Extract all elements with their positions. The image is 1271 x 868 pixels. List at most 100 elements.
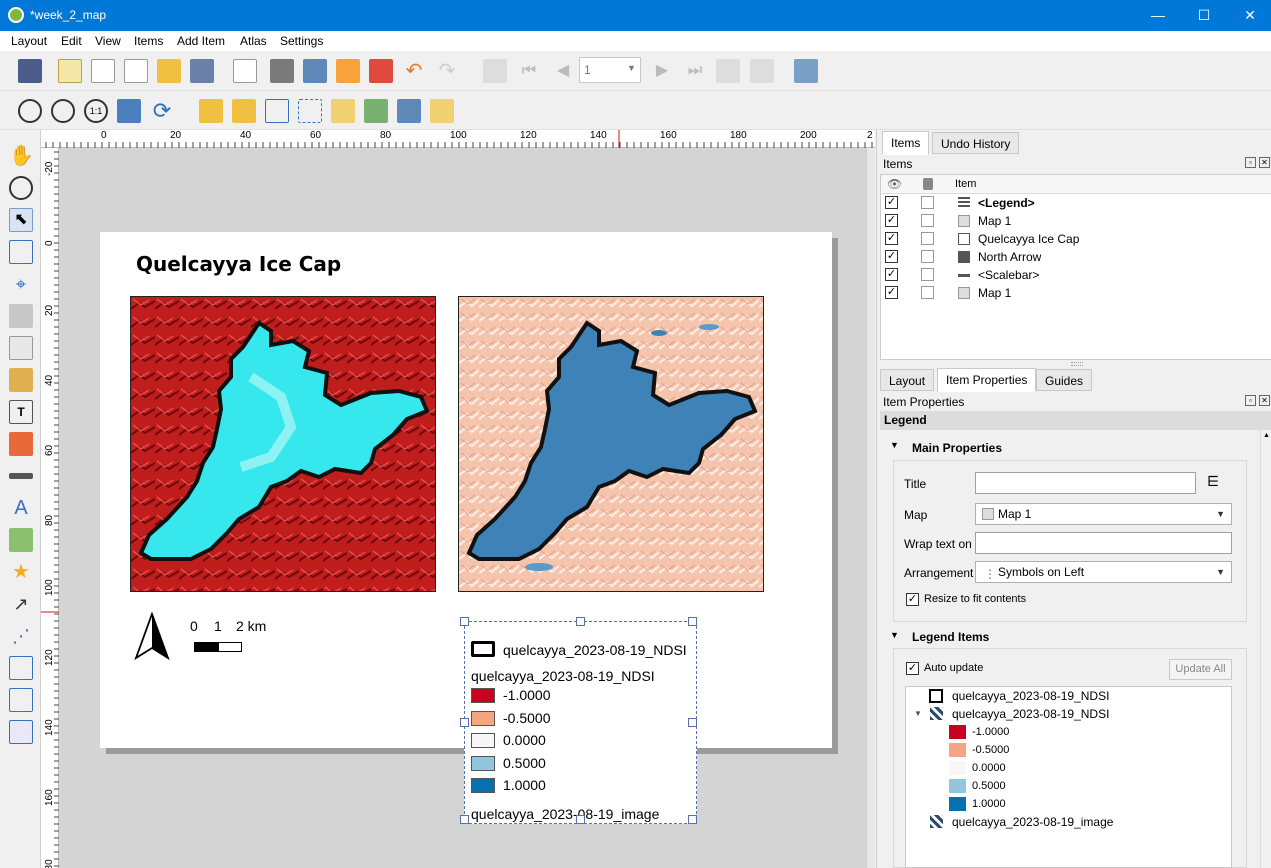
selection-handle[interactable] bbox=[576, 815, 585, 824]
tree-entry-label[interactable]: -0.5000 bbox=[972, 744, 1009, 756]
tree-entry-label[interactable]: 1.0000 bbox=[972, 798, 1006, 810]
print-icon[interactable] bbox=[270, 59, 294, 83]
pan-icon[interactable]: ✋ bbox=[9, 144, 34, 168]
float-panel-icon[interactable]: ▫ bbox=[1245, 157, 1256, 168]
map-item-false-color[interactable] bbox=[130, 296, 436, 592]
update-all-button[interactable]: Update All bbox=[1169, 659, 1232, 680]
print-atlas-icon[interactable] bbox=[716, 59, 740, 83]
items-row[interactable]: ✓ North Arrow bbox=[881, 248, 1271, 266]
selection-handle[interactable] bbox=[688, 718, 697, 727]
zoom-in-icon[interactable] bbox=[18, 99, 42, 123]
lock-checkbox[interactable] bbox=[921, 268, 934, 281]
previous-feature-icon[interactable]: ◀ bbox=[551, 59, 575, 83]
atlas-settings-icon[interactable] bbox=[794, 59, 818, 83]
expression-button-icon[interactable]: ⋿ bbox=[1207, 473, 1229, 493]
move-content-icon[interactable] bbox=[9, 240, 33, 264]
scalebar[interactable]: 0 1 2 km bbox=[190, 618, 270, 658]
maximize-button[interactable]: ☐ bbox=[1181, 0, 1227, 31]
add-pages-icon[interactable] bbox=[233, 59, 257, 83]
add-picture-icon[interactable] bbox=[9, 368, 33, 392]
layout-canvas[interactable]: Quelcayya Ice Cap 0 1 2 km quelcayya_202… bbox=[59, 148, 875, 868]
zoom-actual-icon[interactable]: 1:1 bbox=[84, 99, 108, 123]
legend-item[interactable]: quelcayya_2023-08-19_NDSI quelcayya_2023… bbox=[460, 617, 697, 824]
tab-items[interactable]: Items bbox=[882, 131, 930, 155]
resize-items-icon[interactable] bbox=[430, 99, 454, 123]
next-feature-icon[interactable]: ▶ bbox=[650, 59, 674, 83]
items-row[interactable]: ✓ <Scalebar> bbox=[881, 266, 1271, 284]
close-panel-icon[interactable]: ✕ bbox=[1259, 157, 1270, 168]
menu-items[interactable]: Items bbox=[134, 34, 163, 48]
save-template-icon[interactable] bbox=[190, 59, 214, 83]
lock-checkbox[interactable] bbox=[921, 196, 934, 209]
tab-item-properties[interactable]: Item Properties bbox=[937, 368, 1037, 392]
collapse-arrow-icon[interactable]: ▼ bbox=[890, 630, 899, 640]
visibility-checkbox[interactable]: ✓ bbox=[885, 250, 898, 263]
scroll-up-icon[interactable]: ▲ bbox=[1263, 432, 1270, 439]
minimize-button[interactable]: — bbox=[1135, 0, 1181, 31]
add-legend-icon[interactable] bbox=[9, 432, 33, 456]
items-tree[interactable]: 👁 Item ✓ <Legend> ✓ Map 1 ✓ Quelcayya Ice Cap… bbox=[880, 174, 1271, 360]
main-properties-section[interactable]: Main Properties bbox=[912, 441, 1002, 455]
open-template-icon[interactable] bbox=[157, 59, 181, 83]
export-image-icon[interactable] bbox=[303, 59, 327, 83]
map-title[interactable]: Quelcayya Ice Cap bbox=[136, 252, 341, 276]
group-items-icon[interactable] bbox=[265, 99, 289, 123]
menu-add-item[interactable]: Add Item bbox=[177, 34, 225, 48]
menu-atlas[interactable]: Atlas bbox=[240, 34, 267, 48]
export-atlas-icon[interactable] bbox=[750, 59, 774, 83]
add-marker-icon[interactable]: ★ bbox=[9, 560, 33, 584]
add-html-icon[interactable] bbox=[9, 656, 33, 680]
north-arrow-icon[interactable] bbox=[134, 611, 170, 661]
collapse-arrow-icon[interactable]: ▼ bbox=[890, 440, 899, 450]
expand-arrow-icon[interactable]: ▼ bbox=[914, 709, 922, 718]
auto-update-checkbox[interactable]: ✓ bbox=[906, 662, 919, 675]
refresh-icon[interactable]: ⟳ bbox=[150, 99, 174, 123]
lock-items-icon[interactable] bbox=[199, 99, 223, 123]
arrangement-combo[interactable]: ⋮ Symbols on Left ▼ bbox=[975, 561, 1232, 583]
last-feature-icon[interactable]: ⏭ bbox=[683, 59, 707, 83]
add-map-icon[interactable] bbox=[9, 336, 33, 360]
tree-entry-label[interactable]: -1.0000 bbox=[972, 726, 1009, 738]
redo-icon[interactable]: ↷ bbox=[435, 59, 459, 83]
layout-manager-icon[interactable] bbox=[124, 59, 148, 83]
zoom-out-icon[interactable] bbox=[51, 99, 75, 123]
canvas-scrollbar[interactable] bbox=[866, 148, 875, 868]
save-icon[interactable] bbox=[18, 59, 42, 83]
add-attribute-table-icon[interactable] bbox=[9, 688, 33, 712]
new-layout-icon[interactable] bbox=[58, 59, 82, 83]
lock-checkbox[interactable] bbox=[921, 286, 934, 299]
tree-layer1-label[interactable]: quelcayya_2023-08-19_NDSI bbox=[952, 689, 1109, 703]
add-north-arrow-icon[interactable]: A bbox=[9, 496, 33, 520]
visibility-checkbox[interactable]: ✓ bbox=[885, 286, 898, 299]
map-item-ndsi[interactable] bbox=[458, 296, 764, 592]
unlock-items-icon[interactable] bbox=[232, 99, 256, 123]
lock-checkbox[interactable] bbox=[921, 250, 934, 263]
close-button[interactable]: ✕ bbox=[1227, 0, 1271, 31]
tree-layer2-label[interactable]: quelcayya_2023-08-19_NDSI bbox=[952, 707, 1109, 721]
visibility-checkbox[interactable]: ✓ bbox=[885, 232, 898, 245]
add-arrow-icon[interactable]: ↗ bbox=[9, 592, 33, 616]
selection-handle[interactable] bbox=[460, 617, 469, 626]
tab-layout[interactable]: Layout bbox=[880, 369, 935, 391]
distribute-items-icon[interactable] bbox=[397, 99, 421, 123]
add-fixed-table-icon[interactable] bbox=[9, 720, 33, 744]
items-row[interactable]: ✓ Map 1 bbox=[881, 284, 1271, 302]
edit-nodes-icon[interactable]: ⌖ bbox=[9, 272, 33, 296]
selection-handle[interactable] bbox=[576, 617, 585, 626]
zoom-tool-icon[interactable] bbox=[9, 176, 33, 200]
undo-icon[interactable]: ↶ bbox=[402, 59, 426, 83]
atlas-preview-icon[interactable] bbox=[483, 59, 507, 83]
menu-layout[interactable]: Layout bbox=[11, 34, 47, 48]
items-row[interactable]: ✓ Map 1 bbox=[881, 212, 1271, 230]
align-items-icon[interactable] bbox=[364, 99, 388, 123]
add-scalebar-icon[interactable] bbox=[9, 473, 33, 479]
splitter-handle[interactable] bbox=[1071, 362, 1083, 366]
add-label-icon[interactable]: T bbox=[9, 400, 33, 424]
export-svg-icon[interactable] bbox=[336, 59, 360, 83]
menu-view[interactable]: View bbox=[95, 34, 121, 48]
tab-undo-history[interactable]: Undo History bbox=[932, 132, 1020, 154]
lock-checkbox[interactable] bbox=[921, 214, 934, 227]
map-combo[interactable]: Map 1 ▼ bbox=[975, 503, 1232, 525]
resize-to-fit-checkbox[interactable]: ✓ bbox=[906, 593, 919, 606]
tab-guides[interactable]: Guides bbox=[1036, 369, 1093, 391]
